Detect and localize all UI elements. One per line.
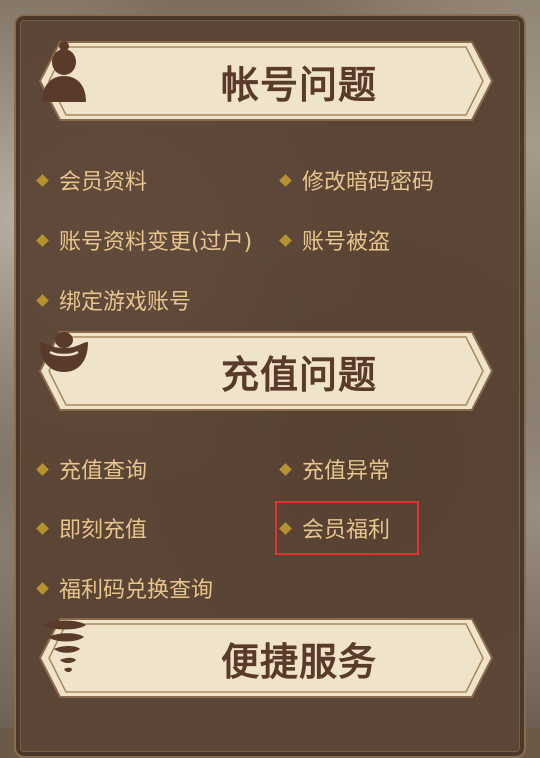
- section-title-recharge: 充值问题: [220, 351, 377, 397]
- link-account-stolen[interactable]: 账号被盗: [279, 224, 390, 256]
- bullet-diamond-icon: [36, 581, 49, 595]
- link-welfare-code-query[interactable]: 福利码兑换查询: [36, 572, 213, 604]
- link-recharge-query[interactable]: 充值查询: [36, 453, 147, 485]
- link-account-transfer[interactable]: 账号资料变更(过户): [36, 224, 252, 256]
- section-title-services: 便捷服务: [220, 638, 377, 684]
- bullet-diamond-icon: [36, 173, 49, 187]
- bullet-diamond-icon: [36, 293, 49, 307]
- bullet-diamond-icon: [36, 521, 49, 535]
- gold-ingot-icon: [40, 332, 207, 402]
- link-recharge-now[interactable]: 即刻充值: [36, 512, 147, 544]
- link-change-password[interactable]: 修改暗码密码: [279, 164, 434, 196]
- section-banner-services: 便捷服务: [38, 617, 494, 699]
- bullet-diamond-icon: [36, 233, 49, 247]
- highlight-box: [275, 501, 419, 555]
- section-title-account: 帐号问题: [220, 61, 377, 107]
- bullet-diamond-icon: [36, 462, 49, 476]
- person-silhouette-icon: [42, 41, 207, 112]
- bullet-diamond-icon: [279, 233, 292, 247]
- link-recharge-exception[interactable]: 充值异常: [279, 453, 390, 485]
- section-banner-account: 帐号问题: [38, 40, 494, 122]
- bullet-diamond-icon: [279, 173, 292, 187]
- bullet-diamond-icon: [279, 462, 292, 476]
- link-bind-game-account[interactable]: 绑定游戏账号: [36, 284, 191, 316]
- tornado-icon: [42, 620, 207, 689]
- link-member-info[interactable]: 会员资料: [36, 164, 147, 196]
- section-banner-recharge: 充值问题: [38, 330, 494, 412]
